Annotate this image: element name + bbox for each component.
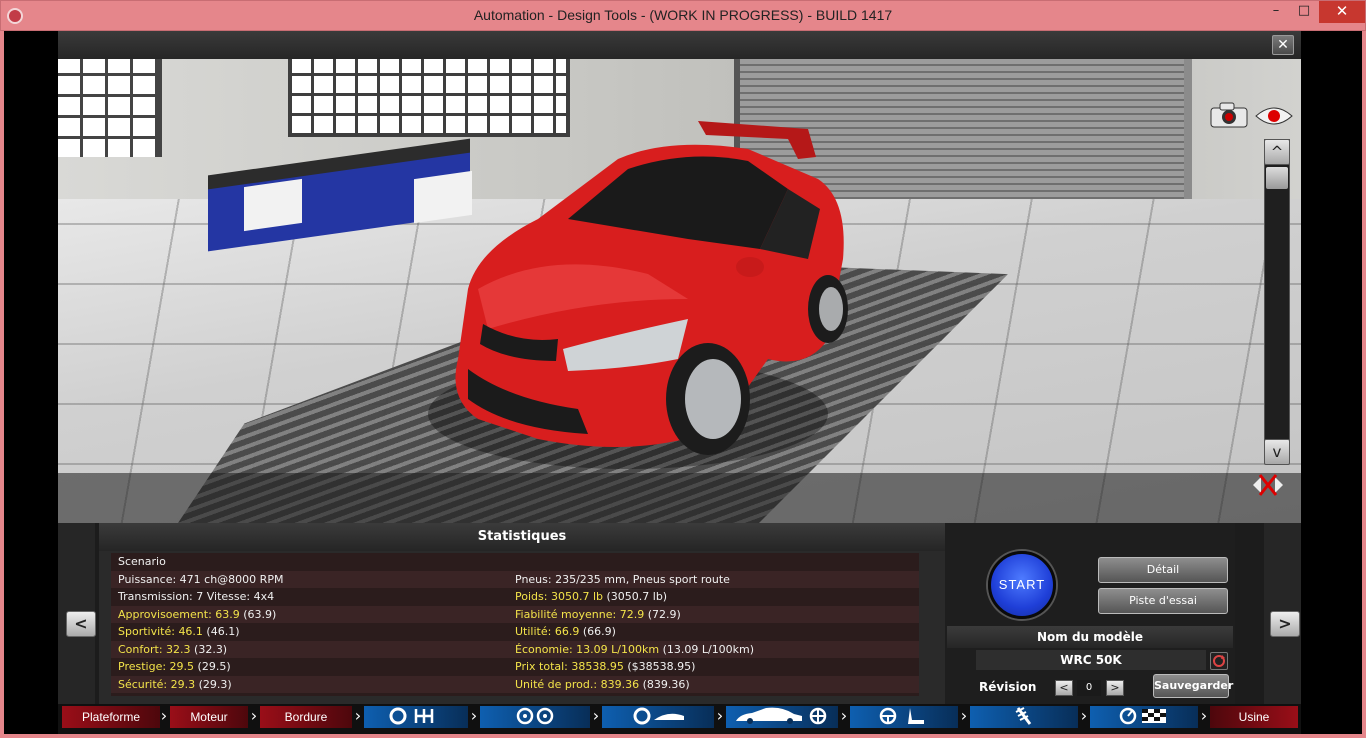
tab-usine[interactable]: Usine bbox=[1210, 706, 1298, 728]
stat-sportiness: Sportivité: 46.1 (46.1) bbox=[118, 625, 240, 638]
refresh-icon[interactable] bbox=[1210, 652, 1228, 670]
chevron-right-icon: › bbox=[470, 706, 478, 725]
gauge-flag-icon bbox=[1119, 707, 1166, 725]
garage-window-left bbox=[58, 59, 162, 157]
revision-value: 0 bbox=[1077, 680, 1101, 696]
chevron-right-icon: › bbox=[1200, 706, 1208, 725]
revision-increment-button[interactable]: > bbox=[1106, 680, 1124, 696]
window-frame-bottom bbox=[0, 734, 1366, 738]
stat-safety: Sécurité: 29.3 (29.3) bbox=[118, 677, 232, 691]
stats-row: Prestige: 29.5 (29.5) Prix total: 38538.… bbox=[111, 658, 919, 676]
stat-comfort: Confort: 32.3 (32.3) bbox=[118, 642, 228, 656]
stats-row: Sécurité: 29.3 (29.3) Unité de prod.: 83… bbox=[111, 675, 919, 693]
tab-brakes[interactable] bbox=[480, 706, 590, 728]
stat-economy: Économie: 13.09 L/100km (13.09 L/100km) bbox=[515, 642, 755, 656]
revision-decrement-button[interactable]: < bbox=[1055, 680, 1073, 696]
car-viewer[interactable]: ✕ ^ v bbox=[58, 31, 1301, 523]
chevron-right-icon: › bbox=[840, 706, 848, 725]
chevron-right-icon: › bbox=[960, 706, 968, 725]
stats-title: Statistiques bbox=[99, 523, 945, 551]
zoom-out-button[interactable]: v bbox=[1264, 439, 1290, 465]
model-name-field[interactable]: WRC 50K bbox=[976, 650, 1206, 670]
gearbox-icon bbox=[389, 707, 434, 725]
stat-production-units: Unité de prod.: 839.36 (839.36) bbox=[515, 677, 690, 691]
maximize-button[interactable]: □ bbox=[1291, 1, 1317, 23]
close-viewer-button[interactable]: ✕ bbox=[1272, 35, 1294, 55]
car-body-icon bbox=[736, 707, 827, 725]
stat-transmission: Transmission: 7 Vitesse: 4x4 bbox=[118, 590, 275, 603]
stats-panel: Statistiques Scenario Puissance: 471 ch@… bbox=[99, 523, 945, 704]
steering-seat-icon bbox=[879, 707, 924, 725]
tab-suspension[interactable] bbox=[970, 706, 1078, 728]
minimize-button[interactable]: – bbox=[1263, 1, 1289, 23]
stat-scenario: Scenario bbox=[118, 555, 166, 568]
detail-button[interactable]: Détail bbox=[1098, 557, 1228, 583]
viewer-bottom-shade bbox=[58, 473, 1301, 523]
stat-weight: Poids: 3050.7 lb (3050.7 lb) bbox=[515, 590, 668, 603]
stats-row: Transmission: 7 Vitesse: 4x4 Poids: 3050… bbox=[111, 588, 919, 606]
suspension-icon bbox=[1015, 707, 1032, 725]
stats-row: Confort: 32.3 (32.3) Économie: 13.09 L/1… bbox=[111, 640, 919, 658]
zoom-in-button[interactable]: ^ bbox=[1264, 139, 1290, 165]
stats-row: Puissance: 471 ch@8000 RPM Pneus: 235/23… bbox=[111, 570, 919, 588]
viewer-topbar: ✕ bbox=[58, 31, 1301, 59]
start-button[interactable]: START bbox=[988, 551, 1056, 619]
window-frame-right bbox=[1362, 31, 1366, 738]
garage-scene[interactable]: ^ v bbox=[58, 59, 1301, 523]
chevron-right-icon: › bbox=[250, 706, 258, 725]
tab-interior[interactable] bbox=[850, 706, 958, 728]
close-window-button[interactable]: ✕ bbox=[1319, 1, 1365, 23]
tab-plateforme[interactable]: Plateforme bbox=[62, 706, 160, 728]
car-model[interactable] bbox=[388, 99, 858, 459]
chevron-right-icon: › bbox=[160, 706, 168, 725]
tab-gearbox[interactable] bbox=[364, 706, 468, 728]
tab-bordure[interactable]: Bordure bbox=[260, 706, 352, 728]
stats-row: Scenario bbox=[111, 553, 919, 571]
chevron-right-icon: › bbox=[592, 706, 600, 725]
stat-tires: Pneus: 235/235 mm, Pneus sport route bbox=[515, 572, 730, 586]
stats-row: Sportivité: 46.1 (46.1) Utilité: 66.9 (6… bbox=[111, 623, 919, 641]
stat-total-price: Prix total: 38538.95 ($38538.95) bbox=[515, 660, 696, 673]
tab-tires[interactable] bbox=[602, 706, 714, 728]
tire-icon bbox=[633, 707, 684, 725]
tab-testing[interactable] bbox=[1090, 706, 1198, 728]
save-button[interactable]: Sauvegarder bbox=[1153, 674, 1233, 698]
tab-body[interactable] bbox=[726, 706, 838, 728]
stat-utility: Utilité: 66.9 (66.9) bbox=[515, 625, 616, 638]
stat-reliability: Fiabilité moyenne: 72.9 (72.9) bbox=[515, 607, 681, 621]
chevron-right-icon: › bbox=[716, 706, 724, 725]
stat-prestige: Prestige: 29.5 (29.5) bbox=[118, 660, 231, 673]
next-button[interactable]: > bbox=[1270, 611, 1300, 637]
window-title: Automation - Design Tools - (WORK IN PRO… bbox=[473, 7, 893, 23]
stats-row: Approvisoement: 63.9 (63.9) Fiabilité mo… bbox=[111, 605, 919, 623]
eye-icon[interactable] bbox=[1254, 104, 1294, 128]
stat-supply: Approvisoement: 63.9 (63.9) bbox=[118, 607, 277, 621]
revision-label: Révision bbox=[979, 680, 1037, 694]
camera-icon[interactable] bbox=[1210, 102, 1248, 128]
window-titlebar: Automation - Design Tools - (WORK IN PRO… bbox=[0, 0, 1366, 31]
model-name-header: Nom du modèle bbox=[947, 626, 1233, 648]
zoom-handle[interactable] bbox=[1266, 167, 1288, 189]
chevron-right-icon: › bbox=[1080, 706, 1088, 725]
brakes-icon bbox=[516, 707, 554, 725]
reset-view-icon[interactable] bbox=[1251, 471, 1285, 499]
stats-table: Scenario Puissance: 471 ch@8000 RPM Pneu… bbox=[111, 553, 919, 696]
chevron-right-icon: › bbox=[354, 706, 362, 725]
stat-power: Puissance: 471 ch@8000 RPM bbox=[118, 572, 284, 586]
tab-moteur[interactable]: Moteur bbox=[170, 706, 248, 728]
prev-button[interactable]: < bbox=[66, 611, 96, 637]
test-track-button[interactable]: Piste d'essai bbox=[1098, 588, 1228, 614]
